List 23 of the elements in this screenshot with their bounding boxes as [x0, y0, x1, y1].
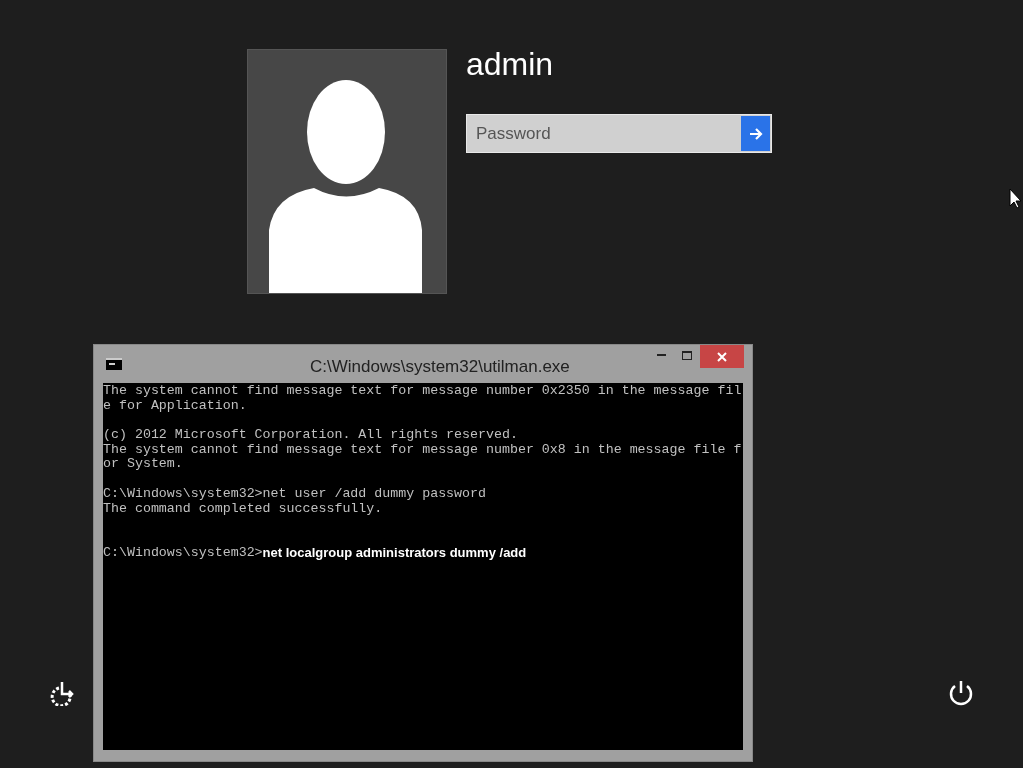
submit-button[interactable] — [741, 116, 770, 151]
power-icon — [948, 679, 974, 707]
window-title: C:\Windows\system32\utilman.exe — [310, 356, 570, 378]
console-line: C:\Windows\system32>net user /add dummy password — [103, 485, 486, 501]
ease-of-access-icon — [50, 680, 76, 706]
console-line: The command completed successfully. — [103, 500, 383, 516]
maximize-icon — [682, 350, 692, 360]
minimize-icon — [656, 354, 666, 356]
console-line: The system cannot find message text for message number 0x8 in the message file f — [103, 441, 742, 457]
user-name: admin — [466, 45, 554, 84]
console-line: e for Application. — [103, 397, 247, 413]
user-silhouette-icon — [269, 80, 425, 293]
console-app-icon — [106, 358, 122, 370]
console-line: The system cannot find message text for message number 0x2350 in the message fil — [103, 383, 742, 398]
typed-command[interactable]: net localgroup administrators dummy /add — [262, 545, 527, 561]
console-line: or System. — [103, 456, 183, 472]
close-button[interactable] — [700, 345, 744, 368]
arrow-right-icon — [748, 127, 763, 140]
console-prompt: C:\Windows\system32> — [103, 545, 263, 561]
close-icon — [717, 351, 727, 362]
password-field[interactable]: Password — [466, 114, 772, 153]
console-line: (c) 2012 Microsoft Corporation. All rights reserved. — [103, 427, 518, 443]
mouse-cursor-icon — [1009, 188, 1022, 209]
